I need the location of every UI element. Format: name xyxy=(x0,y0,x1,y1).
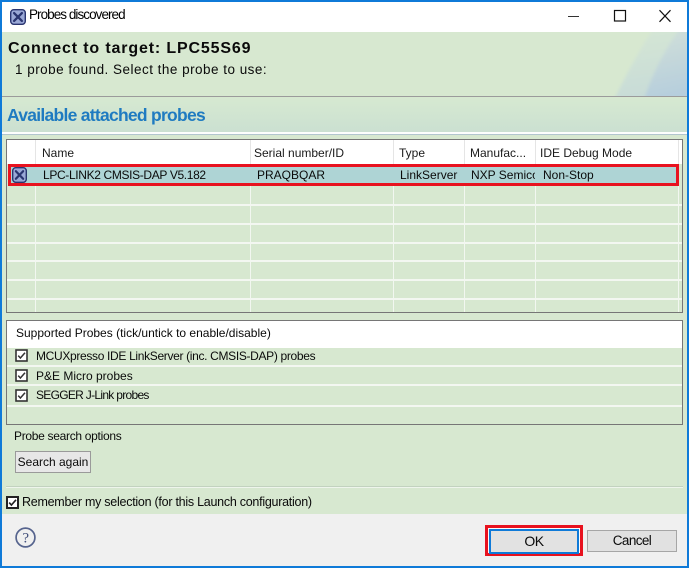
svg-text:?: ? xyxy=(22,531,29,547)
